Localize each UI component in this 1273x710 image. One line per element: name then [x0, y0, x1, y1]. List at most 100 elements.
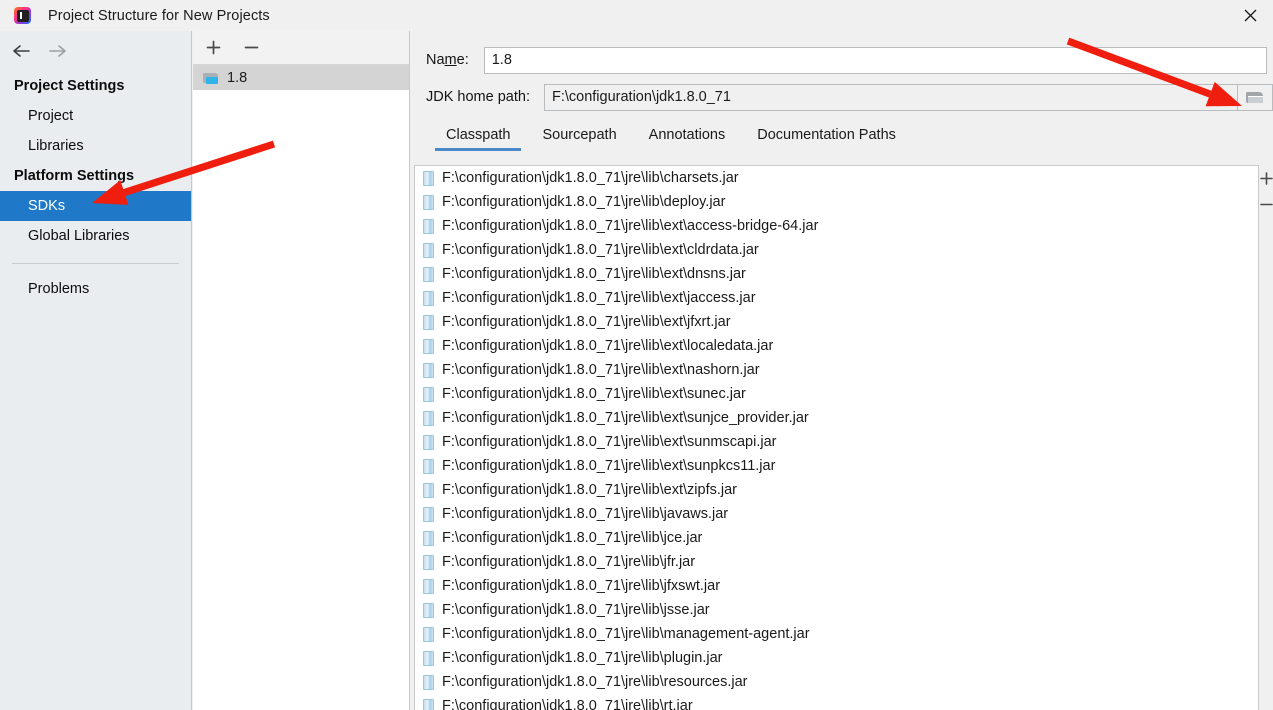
classpath-row[interactable]: F:\configuration\jdk1.8.0_71\jre\lib\ext…	[415, 286, 1258, 310]
classpath-row[interactable]: F:\configuration\jdk1.8.0_71\jre\lib\ext…	[415, 406, 1258, 430]
classpath-row[interactable]: F:\configuration\jdk1.8.0_71\jre\lib\jfx…	[415, 574, 1258, 598]
classpath-row-label: F:\configuration\jdk1.8.0_71\jre\lib\ext…	[442, 482, 737, 498]
tab-annotations[interactable]: Annotations	[633, 127, 742, 151]
jar-file-icon	[423, 626, 434, 642]
sdk-list-item-label: 1.8	[227, 69, 248, 86]
jar-file-icon	[423, 578, 434, 594]
classpath-row[interactable]: F:\configuration\jdk1.8.0_71\jre\lib\rt.…	[415, 694, 1258, 710]
browse-folder-button[interactable]	[1238, 83, 1273, 111]
classpath-row-label: F:\configuration\jdk1.8.0_71\jre\lib\ext…	[442, 338, 774, 354]
classpath-row[interactable]: F:\configuration\jdk1.8.0_71\jre\lib\jav…	[415, 502, 1258, 526]
jar-file-icon	[423, 314, 434, 330]
jdk-home-path-row: JDK home path: F:\configuration\jdk1.8.0…	[411, 77, 1273, 117]
remove-classpath-button[interactable]	[1260, 191, 1273, 217]
sidebar-item-global-libraries[interactable]: Global Libraries	[0, 221, 191, 251]
jar-file-icon	[423, 554, 434, 570]
tab-documentation-paths[interactable]: Documentation Paths	[741, 127, 912, 151]
name-input-value: 1.8	[491, 52, 512, 68]
jdk-home-path-input[interactable]: F:\configuration\jdk1.8.0_71	[543, 83, 1239, 111]
classpath-row-label: F:\configuration\jdk1.8.0_71\jre\lib\ext…	[442, 362, 760, 378]
classpath-row-label: F:\configuration\jdk1.8.0_71\jre\lib\cha…	[442, 170, 739, 186]
arrow-left-icon[interactable]	[10, 40, 32, 62]
jdk-home-path-label: JDK home path:	[426, 89, 530, 105]
sidebar-item-project[interactable]: Project	[0, 101, 191, 131]
jar-file-icon	[423, 338, 434, 354]
classpath-row[interactable]: F:\configuration\jdk1.8.0_71\jre\lib\jfr…	[415, 550, 1258, 574]
classpath-row[interactable]: F:\configuration\jdk1.8.0_71\jre\lib\plu…	[415, 646, 1258, 670]
sdk-tabs: Classpath Sourcepath Annotations Documen…	[411, 117, 1273, 151]
jar-file-icon	[423, 410, 434, 426]
jar-file-icon	[423, 458, 434, 474]
classpath-row[interactable]: F:\configuration\jdk1.8.0_71\jre\lib\ext…	[415, 478, 1258, 502]
jar-file-icon	[423, 218, 434, 234]
jar-file-icon	[423, 506, 434, 522]
intellij-idea-icon	[14, 7, 31, 24]
jar-file-icon	[423, 530, 434, 546]
classpath-row[interactable]: F:\configuration\jdk1.8.0_71\jre\lib\ext…	[415, 334, 1258, 358]
classpath-row[interactable]: F:\configuration\jdk1.8.0_71\jre\lib\ext…	[415, 358, 1258, 382]
jar-file-icon	[423, 602, 434, 618]
classpath-row[interactable]: F:\configuration\jdk1.8.0_71\jre\lib\res…	[415, 670, 1258, 694]
remove-sdk-button[interactable]	[240, 37, 262, 59]
classpath-row-label: F:\configuration\jdk1.8.0_71\jre\lib\res…	[442, 674, 748, 690]
classpath-row[interactable]: F:\configuration\jdk1.8.0_71\jre\lib\jss…	[415, 598, 1258, 622]
jar-file-icon	[423, 386, 434, 402]
sidebar-divider	[12, 263, 179, 264]
classpath-row[interactable]: F:\configuration\jdk1.8.0_71\jre\lib\dep…	[415, 190, 1258, 214]
add-classpath-button[interactable]	[1260, 165, 1273, 191]
classpath-row-label: F:\configuration\jdk1.8.0_71\jre\lib\ext…	[442, 314, 731, 330]
title-bar: Project Structure for New Projects	[0, 0, 1273, 31]
sidebar-item-libraries[interactable]: Libraries	[0, 131, 191, 161]
jar-file-icon	[423, 290, 434, 306]
classpath-row[interactable]: F:\configuration\jdk1.8.0_71\jre\lib\ext…	[415, 382, 1258, 406]
jar-file-icon	[423, 650, 434, 666]
classpath-row[interactable]: F:\configuration\jdk1.8.0_71\jre\lib\man…	[415, 622, 1258, 646]
classpath-row[interactable]: F:\configuration\jdk1.8.0_71\jre\lib\cha…	[415, 166, 1258, 190]
settings-sidebar: Project Settings Project Libraries Platf…	[0, 31, 192, 710]
jar-file-icon	[423, 674, 434, 690]
classpath-row-label: F:\configuration\jdk1.8.0_71\jre\lib\jav…	[442, 506, 729, 522]
classpath-row[interactable]: F:\configuration\jdk1.8.0_71\jre\lib\ext…	[415, 238, 1258, 262]
add-sdk-button[interactable]	[202, 37, 224, 59]
classpath-row-label: F:\configuration\jdk1.8.0_71\jre\lib\ext…	[442, 458, 776, 474]
classpath-row[interactable]: F:\configuration\jdk1.8.0_71\jre\lib\ext…	[415, 214, 1258, 238]
jar-file-icon	[423, 266, 434, 282]
sdk-list-toolbar	[193, 31, 409, 65]
arrow-right-icon[interactable]	[46, 40, 68, 62]
jar-file-icon	[423, 482, 434, 498]
classpath-row-label: F:\configuration\jdk1.8.0_71\jre\lib\rt.…	[442, 698, 693, 710]
sdk-detail-panel: Name: 1.8 JDK home path: F:\configuratio…	[411, 31, 1273, 710]
jar-file-icon	[423, 194, 434, 210]
jar-file-icon	[423, 698, 434, 710]
classpath-row-label: F:\configuration\jdk1.8.0_71\jre\lib\jfr…	[442, 554, 696, 570]
sidebar-item-problems[interactable]: Problems	[0, 274, 191, 304]
close-icon[interactable]	[1227, 0, 1273, 31]
folder-browse-icon	[1246, 91, 1264, 104]
name-field-row: Name: 1.8	[411, 31, 1273, 77]
classpath-row[interactable]: F:\configuration\jdk1.8.0_71\jre\lib\ext…	[415, 310, 1258, 334]
classpath-row-label: F:\configuration\jdk1.8.0_71\jre\lib\man…	[442, 626, 810, 642]
tab-sourcepath[interactable]: Sourcepath	[526, 127, 632, 151]
jar-file-icon	[423, 434, 434, 450]
sdk-list-item[interactable]: 1.8	[193, 65, 409, 90]
sidebar-group-project-settings: Project Settings	[14, 78, 125, 94]
classpath-row-label: F:\configuration\jdk1.8.0_71\jre\lib\ext…	[442, 434, 777, 450]
classpath-row[interactable]: F:\configuration\jdk1.8.0_71\jre\lib\jce…	[415, 526, 1258, 550]
navigation-arrows	[0, 31, 191, 71]
classpath-row[interactable]: F:\configuration\jdk1.8.0_71\jre\lib\ext…	[415, 262, 1258, 286]
classpath-row-label: F:\configuration\jdk1.8.0_71\jre\lib\dep…	[442, 194, 726, 210]
project-structure-dialog: Project Structure for New Projects Proje…	[0, 0, 1273, 710]
name-input[interactable]: 1.8	[483, 46, 1267, 74]
tab-classpath[interactable]: Classpath	[430, 127, 526, 151]
classpath-row-label: F:\configuration\jdk1.8.0_71\jre\lib\jfx…	[442, 578, 721, 594]
classpath-list[interactable]: F:\configuration\jdk1.8.0_71\jre\lib\cha…	[414, 165, 1259, 710]
classpath-row-label: F:\configuration\jdk1.8.0_71\jre\lib\ext…	[442, 410, 809, 426]
sidebar-item-sdks[interactable]: SDKs	[0, 191, 191, 221]
name-field-label: Name:	[426, 52, 469, 68]
classpath-row-label: F:\configuration\jdk1.8.0_71\jre\lib\ext…	[442, 218, 819, 234]
classpath-row[interactable]: F:\configuration\jdk1.8.0_71\jre\lib\ext…	[415, 430, 1258, 454]
classpath-row-label: F:\configuration\jdk1.8.0_71\jre\lib\jss…	[442, 602, 710, 618]
classpath-row[interactable]: F:\configuration\jdk1.8.0_71\jre\lib\ext…	[415, 454, 1258, 478]
jar-file-icon	[423, 362, 434, 378]
window-title: Project Structure for New Projects	[48, 7, 270, 24]
